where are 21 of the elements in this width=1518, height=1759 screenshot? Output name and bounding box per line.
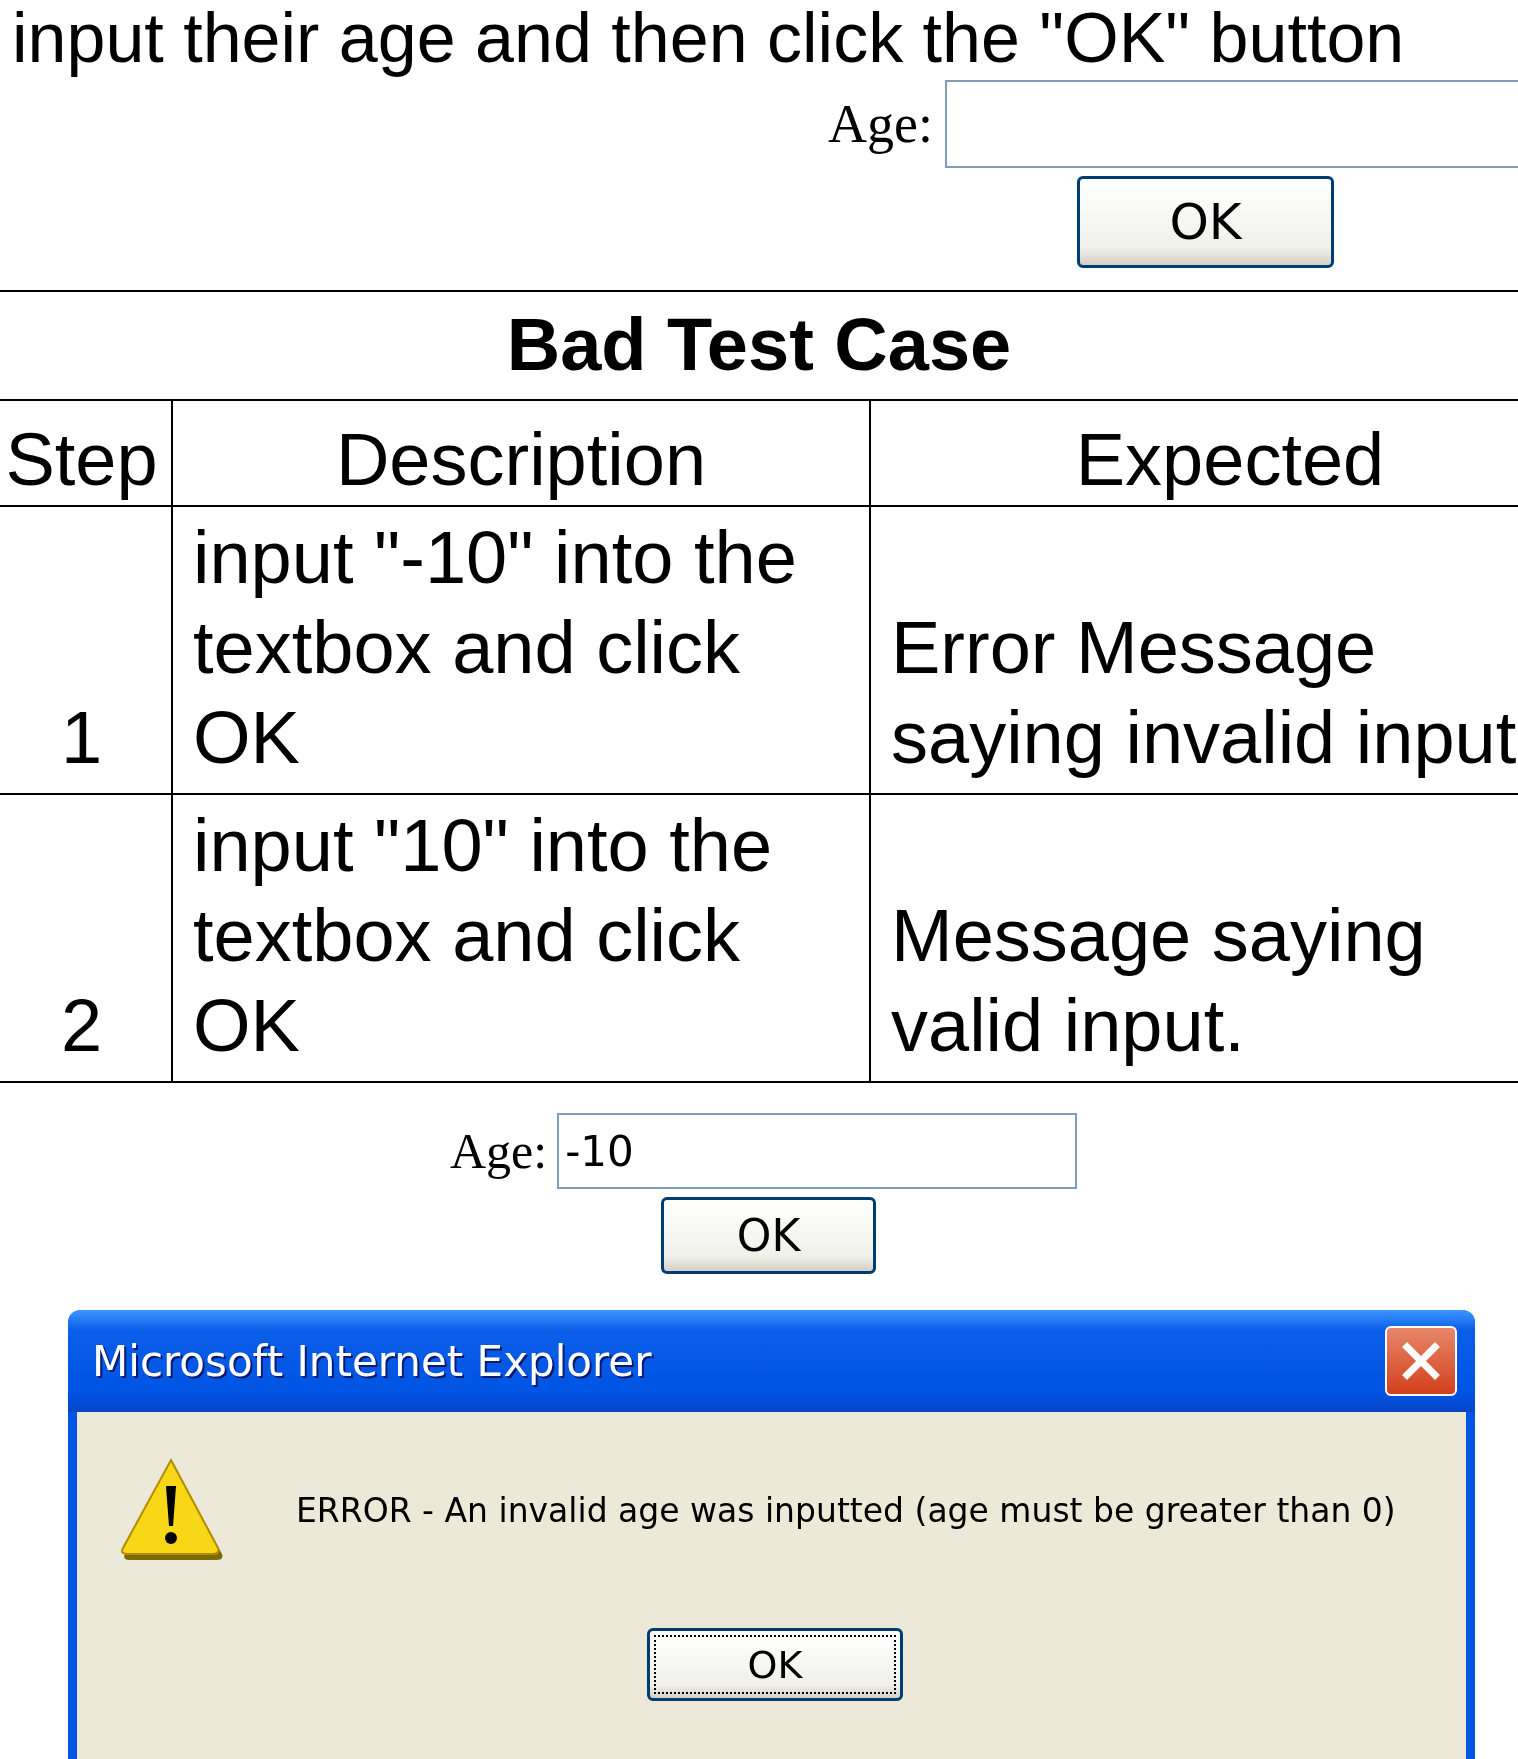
close-button[interactable] (1385, 1326, 1457, 1396)
age-input[interactable] (944, 80, 1518, 168)
column-header: Step (5, 418, 158, 501)
table-cell: 2 (60, 984, 103, 1067)
table-cell-text: Error Message saying invalid input (891, 605, 1518, 781)
ok-button[interactable]: OK (647, 1628, 903, 1701)
instruction-text: input their age and then click the "OK" button (11, 0, 1406, 76)
column-header: Description (335, 418, 707, 501)
age-input[interactable]: -10 (557, 1113, 1078, 1189)
table-title: Bad Test Case (505, 302, 1013, 388)
table-cell: input "10" into the textbox and click OK (193, 804, 773, 1067)
age-label: Age: (450, 1122, 548, 1180)
table-cell-text: Message saying valid input. (891, 893, 1427, 1069)
close-icon (1401, 1341, 1441, 1381)
table-cell: 1 (60, 696, 103, 779)
column-header: Expected (1075, 418, 1385, 501)
age-label: Age: (828, 93, 933, 155)
ok-button[interactable]: OK (661, 1197, 876, 1274)
error-message: ERROR - An invalid age was inputted (age must be greater than 0) (296, 1490, 1396, 1530)
dialog-title: Microsoft Internet Explorer (92, 1336, 652, 1386)
ok-button[interactable]: OK (1077, 176, 1334, 268)
